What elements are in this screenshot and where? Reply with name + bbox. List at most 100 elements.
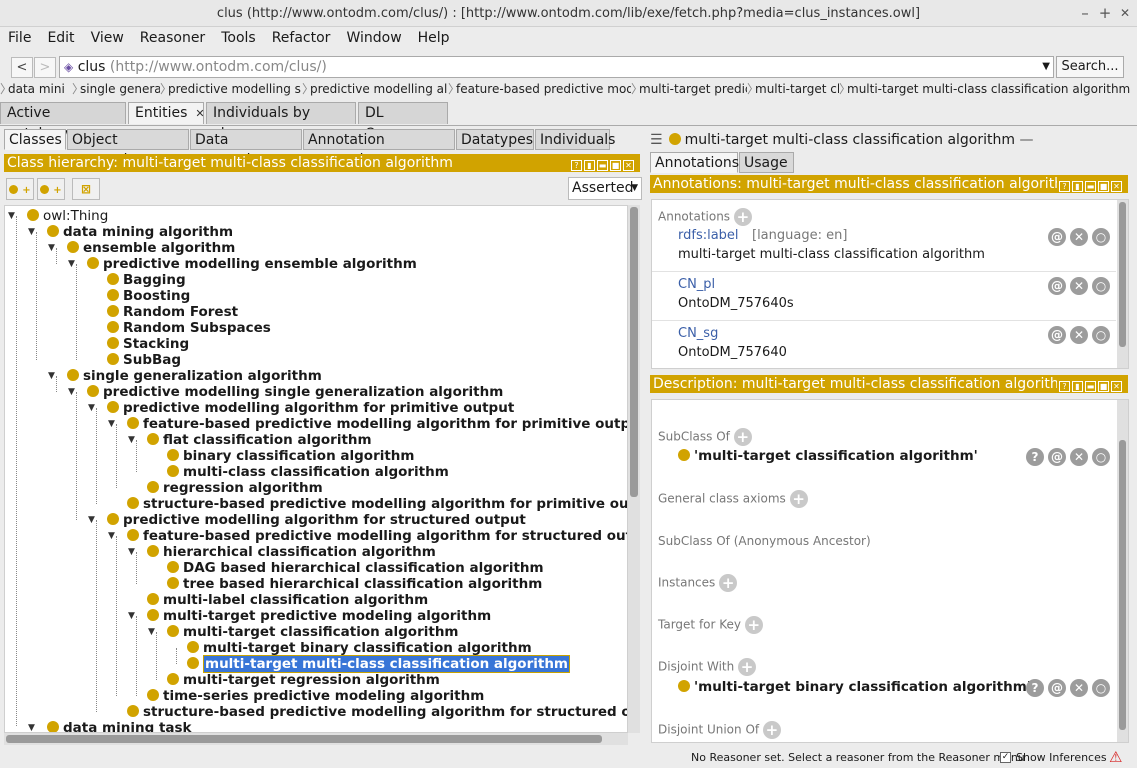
- edit-icon[interactable]: ○: [1092, 448, 1110, 466]
- breadcrumb-item[interactable]: multi-target predic: [639, 80, 747, 98]
- tree-node[interactable]: hierarchical classification algorithm: [147, 544, 436, 560]
- tree-node[interactable]: Bagging: [107, 272, 186, 288]
- menu-refactor[interactable]: Refactor: [264, 27, 339, 49]
- menu-tools[interactable]: Tools: [213, 27, 264, 49]
- annotation-property[interactable]: CN_pl: [678, 277, 715, 292]
- add-disjoint-button[interactable]: +: [738, 658, 757, 676]
- collapse-toggle[interactable]: ▼: [28, 720, 35, 732]
- maximize-icon[interactable]: ■: [610, 160, 621, 171]
- breadcrumb-item[interactable]: data mini: [8, 80, 72, 98]
- pin-icon[interactable]: ▮: [1072, 181, 1083, 192]
- tree-node[interactable]: Random Forest: [107, 304, 238, 320]
- edit-icon[interactable]: ○: [1092, 679, 1110, 697]
- close-icon[interactable]: ✕: [623, 160, 634, 171]
- explain-icon[interactable]: ?: [1026, 679, 1044, 697]
- tree-node[interactable]: multi-target predictive modeling algorit…: [147, 608, 491, 624]
- close-button[interactable]: ✕: [1115, 0, 1135, 27]
- tree-vertical-scrollbar[interactable]: [628, 205, 640, 733]
- menu-file[interactable]: File: [0, 27, 39, 49]
- at-icon[interactable]: @: [1048, 277, 1066, 295]
- add-instance-button[interactable]: +: [719, 574, 738, 592]
- tree-node[interactable]: multi-label classification algorithm: [147, 592, 428, 608]
- edit-icon[interactable]: ○: [1092, 277, 1110, 295]
- tree-node[interactable]: feature-based predictive modelling algor…: [127, 528, 627, 544]
- tree-node[interactable]: predictive modelling single generalizati…: [87, 384, 503, 400]
- explain-icon[interactable]: ?: [1026, 448, 1044, 466]
- tab-object-properties[interactable]: Object properties: [67, 129, 189, 168]
- tab-active-ontology[interactable]: Active ontology✕: [0, 102, 126, 142]
- ontology-selector[interactable]: ◈ clus (http://www.ontodm.com/clus/) ▼: [59, 56, 1054, 78]
- collapse-toggle[interactable]: ▼: [88, 400, 95, 416]
- tree-node[interactable]: data mining algorithm: [47, 224, 233, 240]
- tree-node[interactable]: multi-target binary classification algor…: [187, 640, 532, 656]
- help-icon[interactable]: ?: [1059, 381, 1070, 392]
- tree-node[interactable]: binary classification algorithm: [167, 448, 414, 464]
- tree-node[interactable]: predictive modelling algorithm for primi…: [107, 400, 514, 416]
- tab-individuals-by-class[interactable]: Individuals by class✕: [206, 102, 356, 142]
- subclass-of-value[interactable]: 'multi-target classification algorithm': [678, 448, 978, 464]
- tree-horizontal-scrollbar[interactable]: [4, 733, 628, 745]
- collapse-toggle[interactable]: ▼: [108, 416, 115, 432]
- minimize-button[interactable]: –: [1075, 0, 1095, 27]
- delete-icon[interactable]: ✕: [1070, 326, 1088, 344]
- breadcrumb-item[interactable]: predictive modelling si: [168, 80, 302, 98]
- menu-window[interactable]: Window: [338, 27, 409, 49]
- menu-view[interactable]: View: [83, 27, 132, 49]
- annotation-property[interactable]: CN_sg: [678, 326, 718, 341]
- at-icon[interactable]: @: [1048, 448, 1066, 466]
- annotation-row[interactable]: CN_sg OntoDM_757640 @ ✕ ○: [652, 322, 1116, 368]
- tree-node[interactable]: predictive modelling algorithm for struc…: [107, 512, 526, 528]
- tab-dl-query[interactable]: DL Query✕: [358, 102, 448, 142]
- delete-icon[interactable]: ✕: [1070, 679, 1088, 697]
- breadcrumb-item[interactable]: multi-target cla: [755, 80, 839, 98]
- tree-node[interactable]: Random Subspaces: [107, 320, 271, 336]
- menu-reasoner[interactable]: Reasoner: [132, 27, 213, 49]
- collapse-toggle[interactable]: ▼: [48, 368, 55, 384]
- collapse-toggle[interactable]: ▼: [28, 224, 35, 240]
- menu-icon[interactable]: ☰: [650, 132, 663, 148]
- delete-icon[interactable]: ✕: [1070, 228, 1088, 246]
- forward-button[interactable]: >: [34, 57, 56, 78]
- tree-node[interactable]: feature-based predictive modelling algor…: [127, 416, 627, 432]
- maximize-button[interactable]: +: [1095, 0, 1115, 27]
- tree-node[interactable]: Stacking: [107, 336, 189, 352]
- menu-help[interactable]: Help: [410, 27, 458, 49]
- minimize-icon[interactable]: ▬: [597, 160, 608, 171]
- close-icon[interactable]: ✕: [1111, 181, 1122, 192]
- tab-datatypes[interactable]: Datatypes: [456, 129, 534, 150]
- at-icon[interactable]: @: [1048, 228, 1066, 246]
- at-icon[interactable]: @: [1048, 679, 1066, 697]
- delete-class-button[interactable]: ⊠: [72, 178, 100, 200]
- collapse-toggle[interactable]: ▼: [128, 608, 135, 624]
- tree-node[interactable]: owl:Thing: [27, 208, 108, 224]
- help-icon[interactable]: ?: [1059, 181, 1070, 192]
- close-icon[interactable]: ✕: [195, 107, 204, 120]
- breadcrumb-item[interactable]: feature-based predictive mode: [456, 80, 631, 98]
- pin-icon[interactable]: ▮: [584, 160, 595, 171]
- delete-icon[interactable]: ✕: [1070, 448, 1088, 466]
- chevron-down-icon[interactable]: ▼: [1042, 57, 1050, 77]
- minimize-icon[interactable]: ▬: [1085, 181, 1096, 192]
- collapse-toggle[interactable]: ▼: [68, 256, 75, 272]
- disjoint-with-value[interactable]: 'multi-target binary classification algo…: [678, 679, 1031, 695]
- collapse-toggle[interactable]: ▼: [88, 512, 95, 528]
- collapse-toggle[interactable]: ▼: [148, 624, 155, 640]
- edit-icon[interactable]: ○: [1092, 228, 1110, 246]
- collapse-toggle[interactable]: ▼: [128, 544, 135, 560]
- collapse-toggle[interactable]: ▼: [8, 208, 15, 224]
- at-icon[interactable]: @: [1048, 326, 1066, 344]
- hierarchy-mode-select[interactable]: Asserted ▼: [568, 177, 642, 200]
- breadcrumb-item[interactable]: multi-target multi-class classification …: [847, 80, 1137, 98]
- help-icon[interactable]: ?: [571, 160, 582, 171]
- collapse-toggle[interactable]: ▼: [68, 384, 75, 400]
- edit-icon[interactable]: ○: [1092, 326, 1110, 344]
- minimize-icon[interactable]: ▬: [1085, 381, 1096, 392]
- add-general-axiom-button[interactable]: +: [789, 490, 808, 508]
- tab-entities[interactable]: Entities ✕: [128, 102, 205, 124]
- tree-node[interactable]: structure-based predictive modelling alg…: [127, 704, 627, 720]
- tree-node-selected[interactable]: multi-target multi-class classification …: [187, 655, 570, 673]
- annotation-row[interactable]: CN_pl OntoDM_757640s @ ✕ ○: [652, 273, 1116, 321]
- annotation-row[interactable]: rdfs:label [language: en] multi-target m…: [652, 224, 1116, 272]
- show-inferences-checkbox[interactable]: ✓: [1000, 752, 1011, 763]
- tree-node[interactable]: Boosting: [107, 288, 190, 304]
